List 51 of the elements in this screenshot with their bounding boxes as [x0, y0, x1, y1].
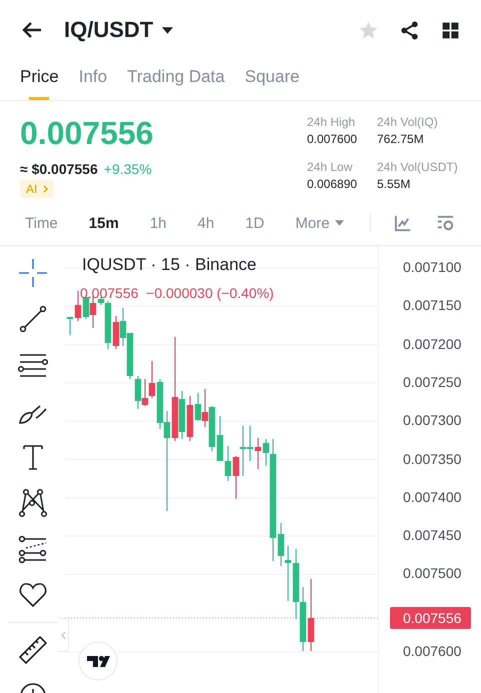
price-tick: 0.007250: [403, 374, 462, 390]
price-tick: 0.007300: [403, 412, 462, 428]
last-price: 0.007556: [20, 114, 154, 153]
star-icon[interactable]: [358, 20, 379, 40]
last-price-label: 0.007556: [390, 607, 472, 629]
chart-title: IQUSDT · 15 · Binance: [82, 255, 256, 275]
ohlc-readout: 0.007556 −0.000030 (−0.40%): [80, 285, 274, 301]
tab[interactable]: Trading Data: [127, 60, 225, 100]
timeframe-tab[interactable]: 4h: [198, 214, 214, 232]
price-tick: 0.007600: [403, 643, 462, 659]
share-icon[interactable]: [399, 20, 420, 40]
price-tick: 0.007450: [403, 527, 462, 544]
heart-icon[interactable]: [18, 580, 48, 610]
timeframe-tab[interactable]: 1D: [245, 214, 264, 232]
pattern-icon[interactable]: [18, 488, 48, 518]
fibonacci-icon[interactable]: [18, 534, 48, 564]
price-tick: 0.007500: [403, 565, 462, 582]
tab[interactable]: Square: [244, 60, 300, 100]
price-tick: 0.007200: [403, 336, 462, 352]
stat-value: 762.75M: [377, 132, 425, 146]
back-icon[interactable]: [22, 22, 42, 38]
trend-line-icon[interactable]: [18, 304, 48, 334]
settings-icon[interactable]: [436, 214, 455, 232]
fiat-price: ≈ $0.007556: [20, 161, 98, 177]
pair-title[interactable]: IQ/USDT: [64, 17, 154, 43]
price-tick: 0.007350: [403, 450, 462, 466]
price-tick: 0.007150: [403, 297, 462, 314]
price-change: +9.35%: [104, 161, 152, 177]
tab[interactable]: Price: [20, 60, 59, 100]
chart-type-icon[interactable]: [392, 214, 412, 232]
stat-value: 0.007600: [307, 132, 358, 146]
price-tick: 0.007100: [403, 259, 462, 275]
stat-label: 24h Low: [307, 160, 354, 174]
stat-value: 5.55M: [377, 177, 412, 191]
stat-label: 24h Vol(USDT): [377, 160, 459, 174]
price-tick: 0.007400: [403, 488, 462, 505]
timeframe-tab[interactable]: 1h: [150, 214, 166, 232]
collapse-handle[interactable]: [58, 618, 69, 652]
caret-icon: [334, 220, 344, 226]
ai-badge[interactable]: AI: [20, 180, 54, 198]
tab[interactable]: Info: [78, 60, 108, 100]
timeframe-tab[interactable]: More: [295, 214, 344, 232]
grid-icon[interactable]: [440, 20, 461, 40]
timeframe-tab[interactable]: Time: [25, 214, 58, 232]
stat-label: 24h High: [307, 115, 356, 129]
caret-icon[interactable]: [162, 26, 174, 34]
ruler-icon[interactable]: [18, 635, 48, 665]
crosshair-icon[interactable]: [18, 258, 48, 288]
stat-value: 0.006890: [307, 177, 358, 191]
timeframe-tab[interactable]: 15m: [88, 214, 119, 232]
stat-label: 24h Vol(IQ): [377, 115, 439, 129]
